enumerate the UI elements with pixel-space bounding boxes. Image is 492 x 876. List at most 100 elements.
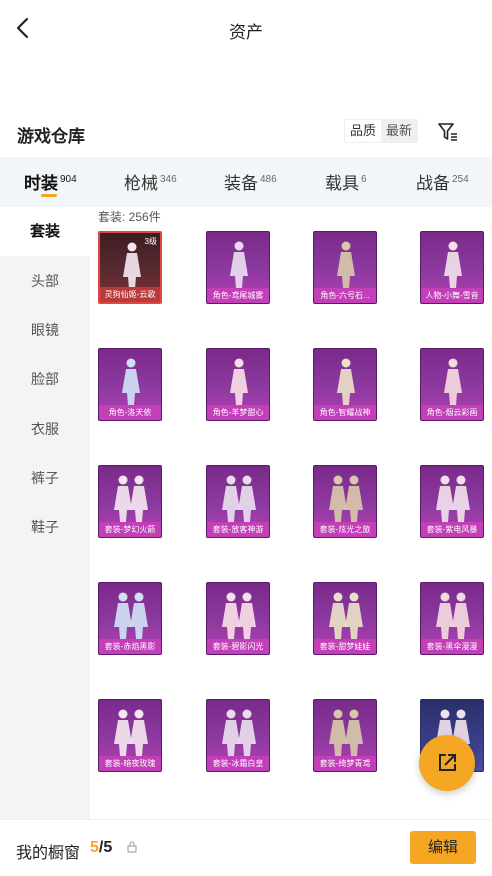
character-figure-icon xyxy=(222,475,256,522)
character-figure-icon xyxy=(114,709,148,756)
item-count-label: 套装: 256件 xyxy=(98,210,161,224)
sidebar-item-glasses[interactable]: 眼镜 xyxy=(0,306,90,355)
item-card[interactable]: 套装-冰霜白皇 xyxy=(206,699,270,772)
tab-supplies[interactable]: 战备 254 xyxy=(416,169,469,194)
item-grid: 套装: 256件 灵狗仙姬-云歌 3级角色-鸢尾城雾 角色-六号石... 人物-小舞-… xyxy=(90,207,492,819)
item-name: 套装-碧影闪光 xyxy=(212,642,264,651)
item-card[interactable]: 套装-暗夜玫瑰 xyxy=(98,699,162,772)
item-name: 套装-紫电风暴 xyxy=(426,525,478,534)
character-figure-icon xyxy=(337,358,355,405)
lock-icon xyxy=(127,841,137,853)
external-link-icon xyxy=(439,754,456,771)
item-name: 灵狗仙姬-云歌 xyxy=(104,290,156,299)
sidebar-item-clothes[interactable]: 衣服 xyxy=(0,405,90,454)
sidebar: 套装 头部 眼镜 脸部 衣服 裤子 鞋子 xyxy=(0,207,90,819)
filter-icon[interactable] xyxy=(436,120,460,144)
tab-count: 904 xyxy=(60,174,77,185)
item-name: 套装-炫光之旅 xyxy=(319,525,371,534)
item-name: 套装-赤焰黑影 xyxy=(104,642,156,651)
character-figure-icon xyxy=(230,241,248,288)
tab-count: 6 xyxy=(361,174,367,185)
character-figure-icon xyxy=(329,475,363,522)
item-name: 角色-羊梦甜心 xyxy=(212,408,264,417)
tab-count: 486 xyxy=(260,174,277,185)
item-name: 套装-梦幻火箭 xyxy=(104,525,156,534)
sidebar-item-pants[interactable]: 裤子 xyxy=(0,454,90,503)
item-name: 套装-放客神游 xyxy=(212,525,264,534)
character-figure-icon xyxy=(337,241,355,288)
item-card[interactable]: 套装-炫光之旅 xyxy=(313,465,377,538)
item-card[interactable]: 套装-赤焰黑影 xyxy=(98,582,162,655)
category-tabs: 时装 904 枪械 346 装备 486 载具 6 战备 254 xyxy=(0,157,492,207)
top-bar: 资产 xyxy=(0,0,492,60)
warehouse-title: 游戏仓库 xyxy=(17,127,85,146)
item-name: 套装-暗夜玫瑰 xyxy=(104,759,156,768)
item-card[interactable]: 人物-小舞-雪音 xyxy=(420,231,484,304)
character-figure-icon xyxy=(222,592,256,639)
item-card[interactable]: 套装-绮梦青鸢 xyxy=(313,699,377,772)
character-figure-icon xyxy=(230,358,248,405)
sidebar-item-shoes[interactable]: 鞋子 xyxy=(0,503,90,552)
sidebar-item-face[interactable]: 脸部 xyxy=(0,355,90,404)
tab-label: 战备 xyxy=(416,174,450,193)
item-name: 人物-小舞-雪音 xyxy=(425,291,479,300)
tab-label: 装备 xyxy=(224,174,258,193)
item-card[interactable]: 套装-梦幻火箭 xyxy=(98,465,162,538)
page-title: 资产 xyxy=(229,23,263,42)
tab-equipment[interactable]: 装备 486 xyxy=(224,169,277,194)
item-card[interactable]: 角色-鸢尾城雾 xyxy=(206,231,270,304)
share-button[interactable] xyxy=(419,735,475,791)
showcase-label: 我的橱窗 xyxy=(16,845,81,862)
item-card[interactable]: 角色-烟云彩画 xyxy=(420,348,484,421)
sort-latest-option[interactable]: 最新 xyxy=(381,120,418,142)
item-name: 套装-绮梦青鸢 xyxy=(319,759,371,768)
tab-label: 时装 xyxy=(24,174,58,193)
item-card[interactable]: 角色-洛天依 xyxy=(98,348,162,421)
tab-label: 枪械 xyxy=(124,174,158,193)
character-figure-icon xyxy=(329,592,363,639)
character-figure-icon xyxy=(436,475,470,522)
character-figure-icon xyxy=(114,592,148,639)
item-card[interactable]: 套装-紫电风暴 xyxy=(420,465,484,538)
character-figure-icon xyxy=(329,709,363,756)
character-figure-icon xyxy=(122,358,140,405)
showcase-current: 5 xyxy=(90,839,99,856)
item-name: 套装-甜梦娃娃 xyxy=(319,642,371,651)
tab-label: 载具 xyxy=(325,174,359,193)
item-card[interactable]: 角色-智耀战神 xyxy=(313,348,377,421)
character-figure-icon xyxy=(444,358,462,405)
item-name: 角色-六号石... xyxy=(320,291,370,300)
tab-count: 346 xyxy=(160,174,177,185)
active-tab-indicator xyxy=(41,194,57,197)
item-card[interactable]: 角色-羊梦甜心 xyxy=(206,348,270,421)
item-card[interactable]: 灵狗仙姬-云歌 3级 xyxy=(98,231,162,304)
character-figure-icon xyxy=(444,241,462,288)
item-card[interactable]: 套装-放客神游 xyxy=(206,465,270,538)
sidebar-item-outfit[interactable]: 套装 xyxy=(0,207,90,256)
sidebar-item-head[interactable]: 头部 xyxy=(0,257,90,306)
item-name: 角色-智耀战神 xyxy=(319,408,371,417)
showcase-count: 5/5 xyxy=(90,839,112,857)
character-figure-icon xyxy=(436,592,470,639)
item-name: 角色-洛天依 xyxy=(108,408,152,417)
tab-vehicles[interactable]: 载具 6 xyxy=(325,169,367,194)
tab-firearms[interactable]: 枪械 346 xyxy=(124,169,177,194)
item-card[interactable]: 套装-黑伞漫漫 xyxy=(420,582,484,655)
showcase-total: /5 xyxy=(98,839,113,856)
item-name: 角色-烟云彩画 xyxy=(426,408,478,417)
showcase-bar: 我的橱窗 5/5 编辑 xyxy=(0,819,492,876)
tab-count: 254 xyxy=(452,174,469,185)
item-card[interactable]: 套装-甜梦娃娃 xyxy=(313,582,377,655)
item-name: 套装-冰霜白皇 xyxy=(212,759,264,768)
sort-toggle: 品质 最新 xyxy=(344,119,419,143)
item-name: 套装-黑伞漫漫 xyxy=(426,642,478,651)
character-figure-icon xyxy=(114,475,148,522)
character-figure-icon xyxy=(222,709,256,756)
item-card[interactable]: 角色-六号石... xyxy=(313,231,377,304)
item-card[interactable]: 套装-碧影闪光 xyxy=(206,582,270,655)
tab-fashion[interactable]: 时装 904 xyxy=(24,169,77,194)
item-name: 角色-鸢尾城雾 xyxy=(212,291,264,300)
edit-button[interactable]: 编辑 xyxy=(410,831,476,864)
item-level-badge: 3级 xyxy=(144,237,157,246)
sort-quality-option[interactable]: 品质 xyxy=(345,120,382,142)
